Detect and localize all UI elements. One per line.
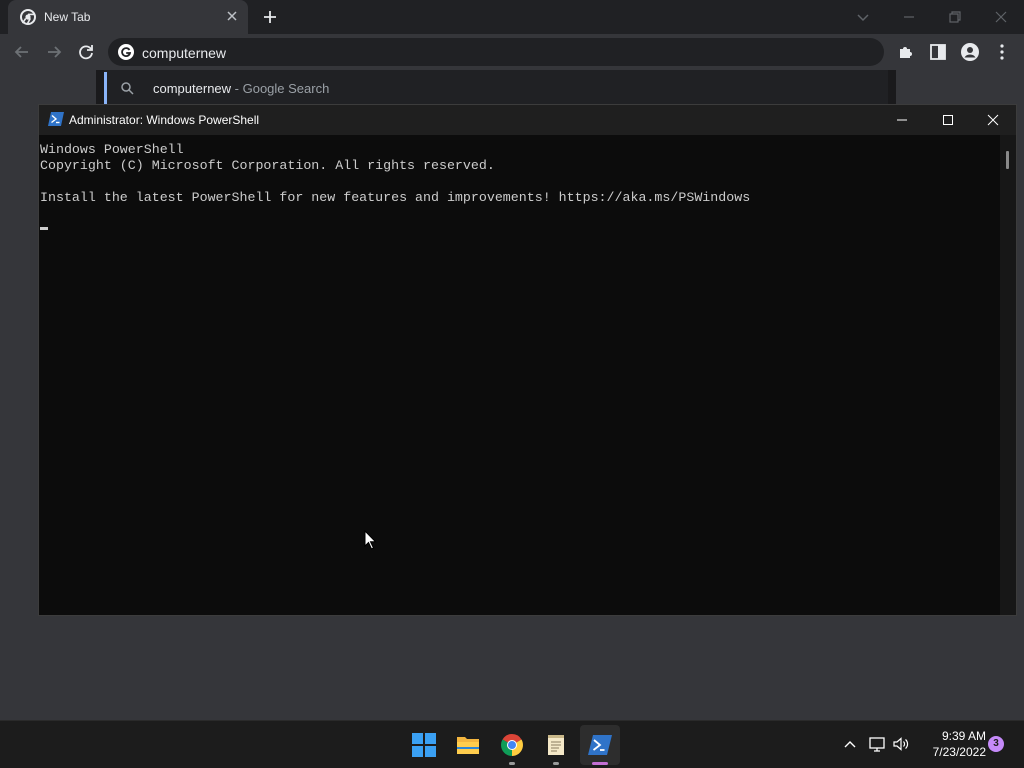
clock-time: 9:39 AM (941, 729, 986, 743)
console-line: Install the latest PowerShell for new fe… (40, 190, 751, 205)
chevron-up-icon[interactable] (840, 734, 860, 754)
console-scrollbar[interactable] (1000, 135, 1016, 615)
tab-new-tab[interactable]: New Tab (8, 0, 248, 34)
more-menu-icon[interactable] (991, 41, 1013, 63)
clock-date: 7/23/2022 (932, 745, 986, 759)
running-indicator (553, 762, 559, 765)
tab-title: New Tab (44, 10, 91, 24)
close-tab-icon[interactable] (224, 8, 240, 24)
side-panel-icon[interactable] (927, 41, 949, 63)
profile-avatar-icon[interactable] (959, 41, 981, 63)
console-output[interactable]: Windows PowerShell Copyright (C) Microso… (39, 135, 1000, 615)
running-indicator (509, 762, 515, 765)
close-icon (987, 114, 999, 126)
powershell-window[interactable]: Administrator: Windows PowerShell Window… (38, 104, 1017, 616)
text-cursor (40, 227, 48, 230)
search-icon (121, 82, 134, 95)
folder-icon (457, 737, 479, 754)
address-bar[interactable]: computernew (108, 38, 884, 66)
system-clock[interactable]: 9:39 AM 7/23/2022 (918, 728, 986, 760)
chrome-icon (501, 734, 523, 756)
console-line: Copyright (C) Microsoft Corporation. All… (40, 158, 495, 173)
tab-search-icon[interactable] (852, 6, 874, 28)
ps-maximize-button[interactable] (925, 105, 971, 135)
reload-icon[interactable] (75, 41, 97, 63)
tab-strip: New Tab (0, 0, 1024, 34)
forward-arrow-icon[interactable] (43, 41, 65, 63)
ps-close-button[interactable] (970, 105, 1016, 135)
notepad-icon (548, 735, 564, 755)
notepad-app[interactable] (536, 725, 576, 765)
maximize-icon (943, 115, 953, 125)
ps-minimize-button[interactable] (879, 105, 925, 135)
mouse-pointer-icon (364, 530, 377, 550)
powershell-icon (588, 735, 612, 755)
powershell-app[interactable] (580, 725, 620, 765)
suggestion-suffix: - Google Search (231, 81, 330, 96)
suggestion-query: computernew (153, 81, 232, 96)
back-arrow-icon[interactable] (11, 41, 33, 63)
close-window-icon[interactable] (990, 6, 1012, 28)
file-explorer-app[interactable] (448, 725, 488, 765)
powershell-title: Administrator: Windows PowerShell (69, 113, 260, 127)
active-indicator (592, 762, 608, 765)
volume-icon[interactable] (891, 734, 911, 754)
network-icon[interactable] (867, 734, 887, 754)
notification-badge[interactable]: 3 (988, 736, 1004, 752)
console-line: Windows PowerShell (40, 142, 184, 157)
powershell-icon (48, 112, 64, 126)
chrome-icon (20, 9, 36, 25)
extensions-puzzle-icon[interactable] (895, 41, 917, 63)
selection-indicator (104, 72, 107, 104)
start-button[interactable] (404, 725, 444, 765)
address-bar-value: computernew (142, 45, 227, 61)
chrome-app[interactable] (492, 725, 532, 765)
omnibox-suggestions: computernew - Google Search (96, 70, 896, 106)
minimize-icon (897, 119, 907, 121)
scrollbar-thumb[interactable] (1006, 151, 1009, 169)
new-tab-button[interactable] (259, 6, 281, 28)
browser-toolbar: computernew (0, 34, 1024, 70)
windows-logo-icon (412, 733, 436, 757)
suggestion-item[interactable]: computernew - Google Search (153, 81, 329, 96)
powershell-titlebar[interactable]: Administrator: Windows PowerShell (39, 105, 1016, 135)
minimize-icon[interactable] (898, 6, 920, 28)
restore-icon[interactable] (944, 6, 966, 28)
google-icon (118, 44, 134, 60)
